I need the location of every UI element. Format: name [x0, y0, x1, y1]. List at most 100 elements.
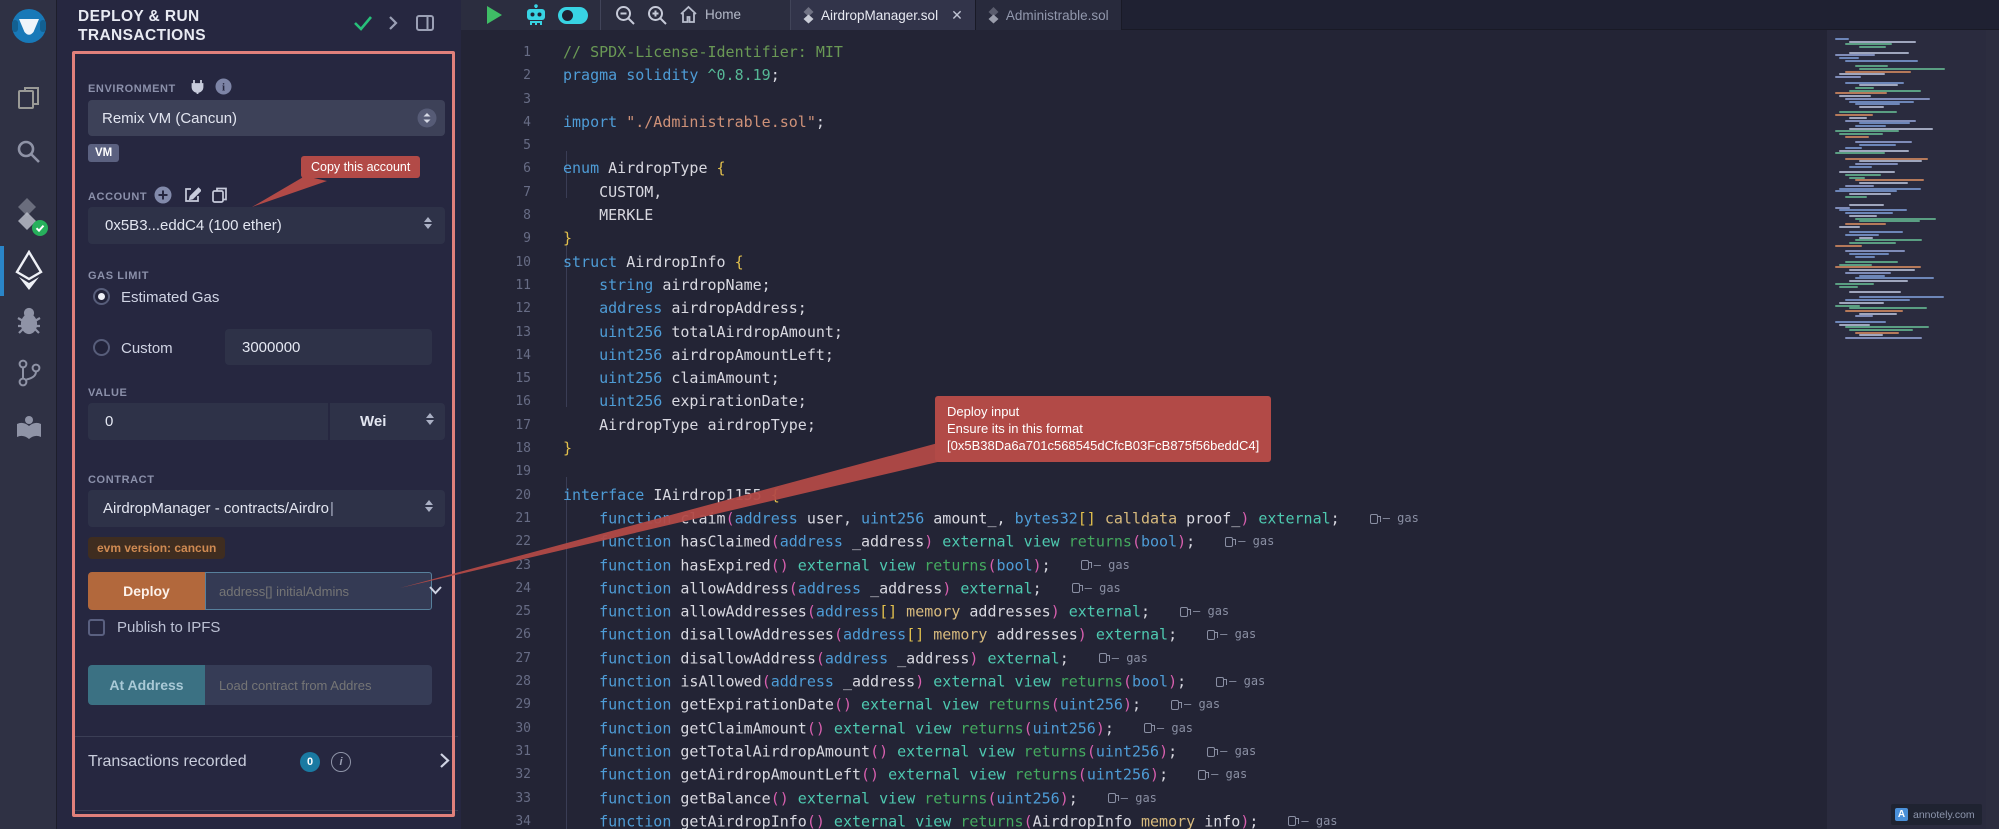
- contract-select[interactable]: AirdropManager - contracts/Airdro |: [88, 490, 445, 527]
- minimap[interactable]: [1827, 30, 1986, 829]
- publish-ipfs-checkbox[interactable]: [88, 619, 105, 636]
- line-number: 3: [461, 88, 531, 111]
- code-line[interactable]: 14 uint256 airdropAmountLeft;: [461, 344, 1999, 367]
- code-line[interactable]: 5: [461, 134, 1999, 157]
- environment-info-icon[interactable]: i: [215, 78, 232, 100]
- transactions-info-icon[interactable]: i: [331, 752, 351, 772]
- code-line[interactable]: 8 MERKLE: [461, 204, 1999, 227]
- code-line[interactable]: 13 uint256 totalAirdropAmount;: [461, 321, 1999, 344]
- copy-account-icon[interactable]: [211, 186, 228, 209]
- deploy-button[interactable]: Deploy: [88, 572, 205, 610]
- deploy-args-input[interactable]: [205, 572, 432, 610]
- publish-ipfs-label: Publish to IPFS: [117, 619, 220, 636]
- search-icon[interactable]: [0, 138, 57, 165]
- code-text: function disallowAddresses(address[] mem…: [531, 623, 1256, 646]
- line-number: 7: [461, 181, 531, 204]
- custom-gas-input[interactable]: [225, 329, 432, 365]
- code-text: pragma solidity ^0.8.19;: [531, 64, 780, 87]
- edit-account-icon[interactable]: [183, 186, 201, 209]
- environment-select[interactable]: Remix VM (Cancun): [88, 100, 445, 136]
- minimap-line: [1835, 266, 1921, 268]
- minimap-line: [1839, 95, 1871, 97]
- code-line[interactable]: 24 function allowAddress(address _addres…: [461, 577, 1999, 600]
- code-line[interactable]: 10struct AirdropInfo {: [461, 251, 1999, 274]
- editor-scrollbar[interactable]: [1986, 30, 1999, 829]
- at-address-button[interactable]: At Address: [88, 665, 205, 705]
- code-line[interactable]: 25 function allowAddresses(address[] mem…: [461, 600, 1999, 623]
- value-unit-select[interactable]: Wei: [330, 403, 445, 440]
- minimap-line: [1855, 315, 1873, 317]
- code-line[interactable]: 26 function disallowAddresses(address[] …: [461, 623, 1999, 646]
- debugger-icon[interactable]: [0, 306, 57, 336]
- panel-collapse-chevron-icon[interactable]: [387, 15, 399, 36]
- minimap-line: [1859, 144, 1896, 146]
- file-explorer-icon[interactable]: [0, 84, 57, 112]
- learneth-plugin-icon[interactable]: [0, 414, 57, 442]
- code-line[interactable]: 3: [461, 88, 1999, 111]
- annotation-line: [0x5B38Da6a701c568545dCfcB03FcB875f56bed…: [947, 437, 1259, 454]
- code-line[interactable]: 31 function getTotalAirdropAmount() exte…: [461, 740, 1999, 763]
- code-line[interactable]: 22 function hasClaimed(address _address)…: [461, 530, 1999, 553]
- line-number: 2: [461, 64, 531, 87]
- at-address-input[interactable]: [205, 665, 432, 705]
- code-line[interactable]: 33 function getBalance() external view r…: [461, 787, 1999, 810]
- minimap-line: [1849, 231, 1903, 233]
- source-control-icon[interactable]: [0, 358, 57, 388]
- minimap-line: [1859, 220, 1920, 222]
- code-line[interactable]: 34 function getAirdropInfo() external vi…: [461, 810, 1999, 829]
- add-account-icon[interactable]: [154, 186, 172, 209]
- line-number: 17: [461, 414, 531, 437]
- line-number: 10: [461, 251, 531, 274]
- code-text: string airdropName;: [531, 274, 771, 297]
- estimated-gas-radio[interactable]: [93, 288, 110, 305]
- code-line[interactable]: 9}: [461, 227, 1999, 250]
- code-line[interactable]: 1// SPDX-License-Identifier: MIT: [461, 41, 1999, 64]
- code-line[interactable]: 29 function getExpirationDate() external…: [461, 693, 1999, 716]
- value-input[interactable]: [88, 403, 328, 440]
- custom-gas-radio[interactable]: [93, 339, 110, 356]
- zoom-out-icon[interactable]: [614, 4, 637, 32]
- line-number: 4: [461, 111, 531, 134]
- ai-assistant-robot-icon[interactable]: [524, 4, 548, 31]
- svg-text:i: i: [222, 82, 225, 94]
- zoom-in-icon[interactable]: [646, 4, 669, 32]
- code-line[interactable]: 21 function claim(address user, uint256 …: [461, 507, 1999, 530]
- code-line[interactable]: 2pragma solidity ^0.8.19;: [461, 64, 1999, 87]
- tab-airdropmanager[interactable]: AirdropManager.sol ✕: [790, 0, 976, 30]
- transactions-expand-chevron-icon[interactable]: [439, 752, 450, 774]
- solidity-compiler-icon[interactable]: [0, 196, 57, 236]
- line-number: 27: [461, 647, 531, 670]
- expand-constructor-args-icon[interactable]: [428, 583, 443, 601]
- tab-administrable[interactable]: Administrable.sol: [976, 0, 1122, 30]
- run-script-play-icon[interactable]: [487, 6, 502, 24]
- code-line[interactable]: 32 function getAirdropAmountLeft() exter…: [461, 763, 1999, 786]
- copilot-toggle[interactable]: [558, 7, 588, 24]
- vm-badge: VM: [88, 144, 119, 162]
- contract-label: CONTRACT: [88, 474, 155, 486]
- close-tab-icon[interactable]: ✕: [951, 7, 963, 24]
- code-line[interactable]: 19: [461, 460, 1999, 483]
- code-line[interactable]: 20interface IAirdrop1155 {: [461, 484, 1999, 507]
- code-line[interactable]: 23 function hasExpired() external view r…: [461, 554, 1999, 577]
- fork-plug-icon[interactable]: [190, 79, 205, 100]
- minimap-line: [1835, 130, 1899, 132]
- line-number: 8: [461, 204, 531, 227]
- pin-panel-icon[interactable]: [415, 14, 435, 37]
- code-line[interactable]: 11 string airdropName;: [461, 274, 1999, 297]
- code-text: address airdropAddress;: [531, 297, 807, 320]
- account-select[interactable]: 0x5B3...eddC4 (100 ether): [88, 207, 445, 244]
- code-line[interactable]: 7 CUSTOM,: [461, 181, 1999, 204]
- code-line[interactable]: 28 function isAllowed(address _address) …: [461, 670, 1999, 693]
- code-line[interactable]: 30 function getClaimAmount() external vi…: [461, 717, 1999, 740]
- tab-home[interactable]: Home: [679, 5, 741, 24]
- remix-logo[interactable]: [0, 6, 57, 46]
- deploy-run-icon[interactable]: [0, 250, 57, 292]
- code-line[interactable]: 4import "./Administrable.sol";: [461, 111, 1999, 134]
- code-line[interactable]: 12 address airdropAddress;: [461, 297, 1999, 320]
- code-line[interactable]: 6enum AirdropType {: [461, 157, 1999, 180]
- code-line[interactable]: 15 uint256 claimAmount;: [461, 367, 1999, 390]
- minimap-line: [1835, 152, 1885, 154]
- minimap-line: [1839, 150, 1909, 152]
- value-unit-arrows-icon: [426, 413, 434, 425]
- code-line[interactable]: 27 function disallowAddress(address _add…: [461, 647, 1999, 670]
